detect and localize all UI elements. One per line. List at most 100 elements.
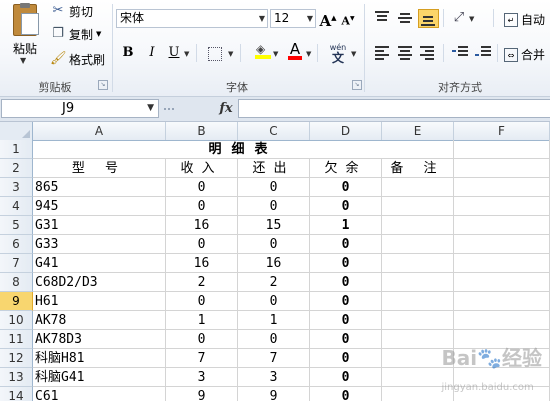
empty-cell[interactable]	[454, 235, 550, 254]
remark-cell[interactable]	[382, 235, 454, 254]
bold-button[interactable]: B	[118, 43, 138, 63]
align-right-button[interactable]	[418, 44, 436, 60]
income-cell[interactable]: 7	[166, 349, 238, 368]
font-name-combo[interactable]: 宋体 ▼	[116, 9, 268, 28]
model-cell[interactable]: C68D2/D3	[33, 273, 166, 292]
model-cell[interactable]: 865	[33, 178, 166, 197]
column-header-d[interactable]: D	[310, 122, 382, 140]
wrap-text-button[interactable]: ↵ 自动	[504, 11, 545, 28]
balance-cell[interactable]: 0	[310, 292, 382, 311]
column-header-b[interactable]: B	[166, 122, 238, 140]
font-launcher-icon[interactable]: ↘	[352, 80, 362, 90]
chevron-down-icon[interactable]: ▼	[469, 15, 474, 23]
model-cell[interactable]: 945	[33, 197, 166, 216]
income-cell[interactable]: 1	[166, 311, 238, 330]
merge-center-button[interactable]: ⇔ 合并	[504, 46, 545, 63]
chevron-down-icon[interactable]: ▼	[273, 50, 278, 58]
row-header-3[interactable]: 3	[0, 178, 33, 197]
income-cell[interactable]: 0	[166, 197, 238, 216]
fill-color-button[interactable]: ◈	[255, 42, 271, 59]
font-color-button[interactable]: A	[287, 42, 303, 60]
returned-cell[interactable]: 3	[238, 368, 310, 387]
chevron-down-icon[interactable]: ▼	[96, 30, 101, 38]
align-center-button[interactable]	[396, 44, 414, 60]
income-cell[interactable]: 3	[166, 368, 238, 387]
increase-indent-button[interactable]	[475, 44, 493, 60]
model-cell[interactable]: G31	[33, 216, 166, 235]
align-top-button[interactable]	[373, 9, 391, 25]
returned-cell[interactable]: 0	[238, 178, 310, 197]
balance-cell[interactable]: 0	[310, 273, 382, 292]
balance-cell[interactable]: 0	[310, 368, 382, 387]
row-header-13[interactable]: 13	[0, 368, 33, 387]
model-cell[interactable]: AK78D3	[33, 330, 166, 349]
model-cell[interactable]: G41	[33, 254, 166, 273]
grow-font-button[interactable]: A▲	[318, 8, 338, 30]
model-cell[interactable]: 科脑G41	[33, 368, 166, 387]
income-cell[interactable]: 0	[166, 178, 238, 197]
income-cell[interactable]: 9	[166, 387, 238, 401]
chevron-down-icon[interactable]: ▼	[259, 10, 265, 27]
remark-cell[interactable]	[382, 292, 454, 311]
chevron-down-icon[interactable]: ▼	[184, 50, 189, 58]
row-header-1[interactable]: 1	[0, 140, 33, 159]
paste-button[interactable]: 粘贴 ▼	[4, 2, 46, 66]
balance-cell[interactable]: 1	[310, 216, 382, 235]
remark-cell[interactable]	[382, 254, 454, 273]
chevron-down-icon[interactable]: ▼	[228, 50, 233, 58]
cell-f2[interactable]	[454, 159, 550, 178]
empty-cell[interactable]	[454, 216, 550, 235]
empty-cell[interactable]	[454, 292, 550, 311]
chevron-down-icon[interactable]: ▼	[351, 50, 356, 58]
balance-cell[interactable]: 0	[310, 197, 382, 216]
model-cell[interactable]: H61	[33, 292, 166, 311]
empty-cell[interactable]	[454, 311, 550, 330]
row-header-11[interactable]: 11	[0, 330, 33, 349]
row-header-9[interactable]: 9	[0, 292, 33, 311]
returned-cell[interactable]: 0	[238, 292, 310, 311]
empty-cell[interactable]	[454, 254, 550, 273]
returned-cell[interactable]: 16	[238, 254, 310, 273]
balance-cell[interactable]: 0	[310, 387, 382, 401]
column-header-f[interactable]: F	[454, 122, 550, 140]
column-header-e[interactable]: E	[382, 122, 454, 140]
balance-cell[interactable]: 0	[310, 311, 382, 330]
align-left-button[interactable]	[373, 44, 391, 60]
copy-button[interactable]: ❐ 复制 ▼	[50, 24, 101, 44]
empty-cell[interactable]	[454, 178, 550, 197]
header-cell-d[interactable]: 欠余	[310, 159, 382, 178]
align-bottom-button[interactable]	[418, 9, 439, 28]
income-cell[interactable]: 0	[166, 235, 238, 254]
remark-cell[interactable]	[382, 178, 454, 197]
row-header-8[interactable]: 8	[0, 273, 33, 292]
row-header-6[interactable]: 6	[0, 235, 33, 254]
header-cell-c[interactable]: 还出	[238, 159, 310, 178]
model-cell[interactable]: G33	[33, 235, 166, 254]
underline-button[interactable]: U	[164, 43, 184, 63]
returned-cell[interactable]: 0	[238, 330, 310, 349]
column-header-c[interactable]: C	[238, 122, 310, 140]
balance-cell[interactable]: 0	[310, 330, 382, 349]
header-cell-a[interactable]: 型 号	[33, 159, 166, 178]
returned-cell[interactable]: 9	[238, 387, 310, 401]
balance-cell[interactable]: 0	[310, 178, 382, 197]
name-box[interactable]: J9 ▼	[1, 99, 159, 118]
formula-bar-grip-icon[interactable]	[162, 103, 184, 115]
row-header-4[interactable]: 4	[0, 197, 33, 216]
returned-cell[interactable]: 15	[238, 216, 310, 235]
balance-cell[interactable]: 0	[310, 254, 382, 273]
header-cell-b[interactable]: 收入	[166, 159, 238, 178]
empty-cell[interactable]	[454, 197, 550, 216]
model-cell[interactable]: 科脑H81	[33, 349, 166, 368]
remark-cell[interactable]	[382, 311, 454, 330]
shrink-font-button[interactable]: A▼	[338, 9, 358, 29]
returned-cell[interactable]: 7	[238, 349, 310, 368]
income-cell[interactable]: 16	[166, 254, 238, 273]
sheet-title-cell[interactable]: 明细表	[33, 140, 454, 159]
balance-cell[interactable]: 0	[310, 349, 382, 368]
returned-cell[interactable]: 2	[238, 273, 310, 292]
remark-cell[interactable]	[382, 197, 454, 216]
row-header-7[interactable]: 7	[0, 254, 33, 273]
returned-cell[interactable]: 1	[238, 311, 310, 330]
row-header-10[interactable]: 10	[0, 311, 33, 330]
